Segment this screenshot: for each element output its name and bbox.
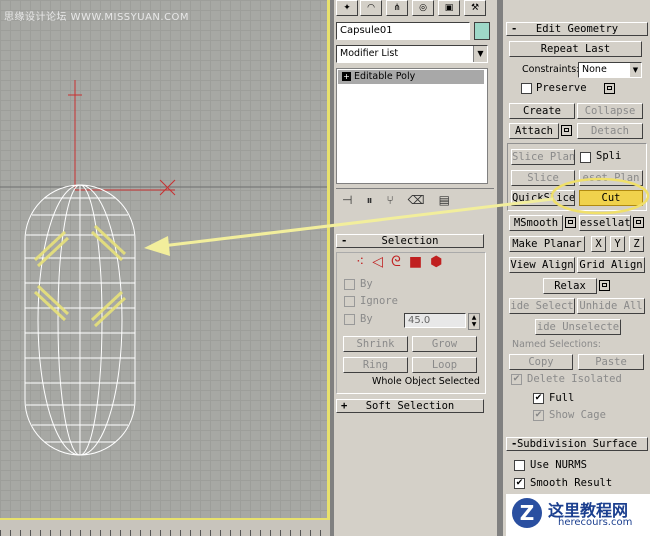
tutorial-annotation xyxy=(144,177,650,256)
logo-icon: Z xyxy=(512,498,542,528)
logo-url: herecours.com xyxy=(558,517,633,528)
site-logo: Z 这里教程网 herecours.com xyxy=(506,494,650,536)
